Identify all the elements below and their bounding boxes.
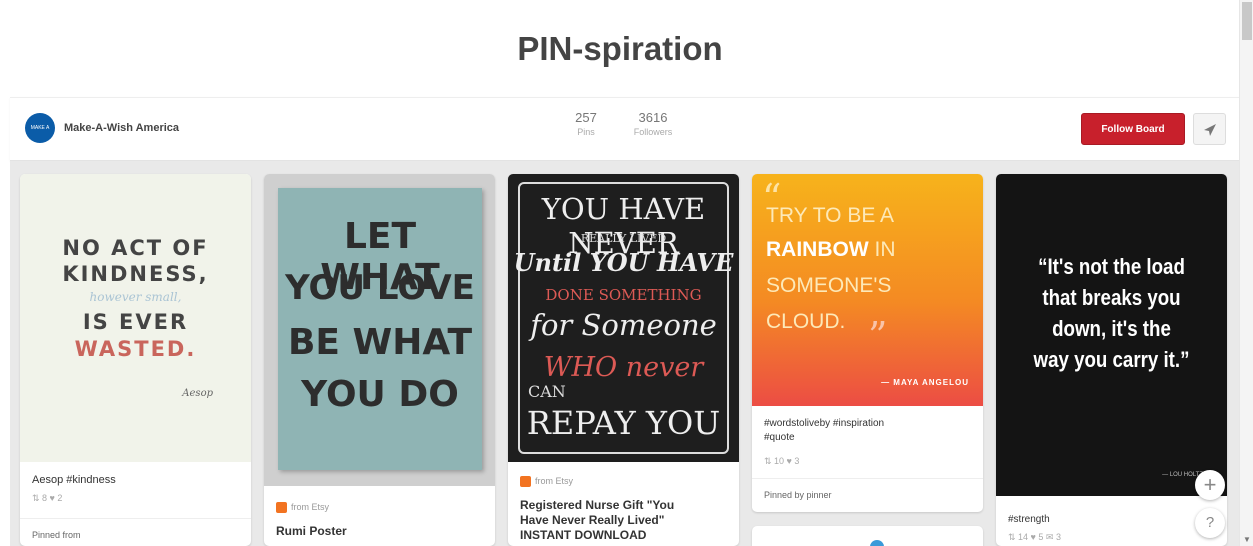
pin-description: #strength (1008, 514, 1050, 525)
quote-author: Aesop (182, 388, 213, 399)
vertical-scrollbar[interactable]: ▼ (1239, 0, 1253, 546)
pin-image[interactable]: “It's not the load that breaks you down,… (996, 174, 1227, 496)
pin-source[interactable]: from Etsy (520, 476, 574, 488)
quote-line: DONE SOMETHING (545, 286, 702, 304)
quote-line: BE WHAT (287, 322, 473, 363)
quote-line: for Someone (530, 308, 717, 342)
followers-count: 3616 (638, 110, 668, 125)
pin-card[interactable]: YOU HAVE NEVER REALLY LIVED Until YOU HA… (508, 174, 739, 546)
pinned-by: Pinned by pinner (764, 490, 832, 500)
quote-line: REPAY YOU (526, 404, 721, 442)
quote-line: down, it's the (1052, 316, 1171, 341)
quote-highlight: RAINBOW (766, 238, 869, 261)
quote-line: however small, (89, 290, 182, 304)
pinterest-board-page: PIN-spiration MAKE A WISH Make-A-Wish Am… (0, 0, 1253, 546)
quote-line: TRY TO BE A (766, 204, 895, 227)
quote-line: Until YOU HAVE (513, 248, 734, 277)
pins-stat[interactable]: 257 Pins (566, 110, 606, 137)
pin-image[interactable]: NO ACT OF KINDNESS, however small, IS EV… (20, 174, 251, 462)
pin-card[interactable]: “ TRY TO BE A RAINBOW IN SOMEONE'S CLOUD… (752, 174, 983, 512)
paper-plane-icon (1204, 124, 1216, 136)
pin-card[interactable]: NO ACT OF KINDNESS, however small, IS EV… (20, 174, 251, 546)
pin-image[interactable]: LET WHAT YOU LOVE BE WHAT YOU DO (264, 174, 495, 486)
page-title: PIN-spiration (517, 30, 723, 67)
add-pin-button[interactable]: + (1195, 470, 1225, 500)
quote-line: REALLY LIVED (580, 232, 667, 245)
pin-stats: ⇅ 10 ♥ 3 (764, 456, 800, 466)
divider (20, 518, 251, 519)
pin-title-line: Have Never Really Lived" (520, 513, 665, 527)
avatar[interactable]: MAKE A WISH (25, 113, 55, 143)
quote-line: YOU DO (301, 374, 459, 415)
quote-line: CLOUD. (766, 310, 846, 333)
pin-description: Aesop #kindness (32, 474, 116, 486)
etsy-icon (276, 502, 287, 514)
pin-title: Rumi Poster (276, 524, 347, 538)
pins-label: Pins (577, 127, 595, 137)
pin-card[interactable] (752, 526, 983, 546)
pin-title-line: Registered Nurse Gift "You (520, 498, 675, 512)
quote-line: WASTED. (74, 337, 197, 361)
pin-card[interactable]: LET WHAT YOU LOVE BE WHAT YOU DO from Et… (264, 174, 495, 546)
board-owner-name[interactable]: Make-A-Wish America (64, 122, 179, 134)
pin-stats: ⇅ 14 ♥ 5 ✉ 3 (1008, 532, 1061, 542)
quote-line: YOU LOVE (285, 268, 475, 308)
quote-line: IS EVER (82, 310, 189, 334)
poster: LET WHAT YOU LOVE BE WHAT YOU DO (278, 188, 482, 470)
scrollbar-thumb[interactable] (1242, 2, 1252, 40)
divider (752, 478, 983, 479)
quote-line: “It's not the load (1038, 254, 1185, 279)
pin-image[interactable]: “ TRY TO BE A RAINBOW IN SOMEONE'S CLOUD… (752, 174, 983, 406)
pins-count: 257 (575, 110, 597, 125)
etsy-icon (520, 476, 531, 488)
pin-description-line: #quote (764, 432, 795, 443)
followers-stat[interactable]: 3616 Followers (628, 110, 678, 137)
follow-board-button[interactable]: Follow Board (1081, 113, 1185, 145)
pin-title-line: INSTANT DOWNLOAD (520, 528, 647, 542)
pin-source[interactable]: from Etsy (276, 502, 330, 514)
quote-line: KINDNESS, (62, 262, 209, 286)
pin-stats: ⇅ 8 ♥ 2 (32, 493, 63, 503)
quote-line: CAN (528, 382, 566, 401)
quote-line: SOMEONE'S (766, 274, 892, 297)
pin-image[interactable] (870, 540, 884, 546)
followers-label: Followers (633, 127, 673, 137)
pin-description-line: #wordstoliveby #inspiration (764, 418, 885, 429)
pin-image[interactable]: YOU HAVE NEVER REALLY LIVED Until YOU HA… (508, 174, 739, 462)
close-quote-mark: ” (868, 314, 888, 358)
board-header: MAKE A WISH Make-A-Wish America 257 Pins… (10, 97, 1240, 161)
quote-line: that breaks you (1042, 285, 1181, 310)
quote-line: RAINBOW IN (766, 238, 896, 261)
scroll-down-arrow-icon[interactable]: ▼ (1243, 535, 1251, 544)
help-button[interactable]: ? (1195, 508, 1225, 538)
pin-source-label: from Etsy (291, 502, 330, 512)
quote-line: WHO never (543, 352, 704, 383)
quote-author: — MAYA ANGELOU (881, 378, 969, 387)
send-board-button[interactable] (1193, 113, 1226, 145)
pin-card[interactable]: “It's not the load that breaks you down,… (996, 174, 1227, 546)
quote-line: way you carry it.” (1033, 347, 1190, 372)
pin-source-label: from Etsy (535, 476, 574, 486)
quote-line: NO ACT OF (62, 236, 209, 260)
pinned-from: Pinned from (32, 530, 81, 540)
